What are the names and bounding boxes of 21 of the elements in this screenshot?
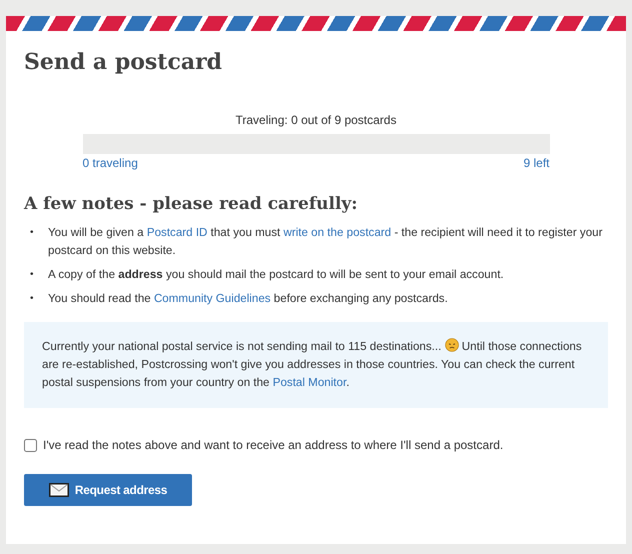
agree-checkbox[interactable] — [24, 438, 37, 452]
text-link[interactable]: Postal Monitor — [272, 376, 346, 389]
envelope-icon — [48, 483, 69, 497]
agree-label: I've read the notes above and want to receive an address to where I'll send a postcard. — [43, 438, 504, 452]
text-link[interactable]: write on the postcard — [283, 226, 392, 239]
note-item: You should read the Community Guidelines before exchanging any postcards. — [48, 291, 449, 307]
text-link[interactable]: Community Guidelines — [154, 292, 271, 305]
bullet: • — [30, 292, 35, 306]
note-item: You will be given a Postcard ID that you must write on the postcard - the recipient will need it to register your postcard on this website. — [48, 225, 604, 259]
progress-caption: Traveling: 0 out of 9 postcards — [236, 113, 396, 127]
bullet: • — [30, 268, 35, 282]
sad-face-icon — [444, 338, 459, 352]
traveling-count: 0 traveling — [82, 156, 138, 170]
note-item: A copy of the address you should mail the postcard to will be sent to your email account. — [48, 267, 505, 283]
page-title: Send a postcard — [24, 49, 224, 75]
notes-heading: A few notes - please read carefully: — [24, 194, 359, 214]
request-address-button[interactable]: Request address — [24, 474, 192, 506]
notice-text: Currently your national postal service is not sending mail to 115 destinations... Until those connections are re-established, Postcrossing won't give you addresses in those countries. You can check the current postal suspensions from your country on the Postal Monitor. — [42, 338, 583, 391]
text-link[interactable]: Postcard ID — [146, 226, 208, 239]
bullet: • — [30, 226, 35, 240]
remaining-count: 9 left — [523, 156, 550, 170]
